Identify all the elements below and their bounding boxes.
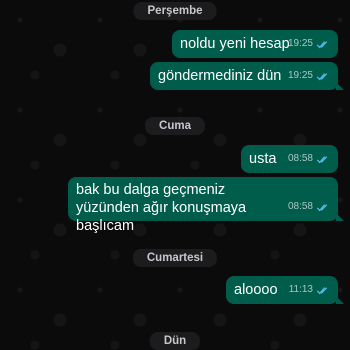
message-bubble[interactable]: bak bu dalga geçmeniz yüzünden ağır konu… <box>68 177 344 234</box>
bubble-tail <box>336 82 344 90</box>
message-meta: 11:13 <box>289 281 330 299</box>
bubble-tail <box>336 213 344 221</box>
chat-view[interactable]: Perşembe noldu yeni hesap 19:25 gönderme… <box>0 0 350 350</box>
message-meta: 19:25 <box>288 67 330 85</box>
double-check-icon <box>316 155 328 163</box>
double-check-icon <box>316 40 328 48</box>
message-time: 19:25 <box>287 38 313 49</box>
message-bubble[interactable]: usta 08:58 <box>241 145 338 173</box>
day-separator-thursday: Perşembe <box>133 2 217 20</box>
day-separator-friday: Cuma <box>145 117 205 135</box>
message-bubble[interactable]: noldu yeni hesap 19:25 <box>172 30 338 58</box>
double-check-icon <box>316 286 328 294</box>
message-bubble[interactable]: göndermediniz dün 19:25 <box>150 62 344 90</box>
double-check-icon <box>316 72 328 80</box>
double-check-icon <box>316 203 328 211</box>
day-separator-saturday: Cumartesi <box>132 249 218 267</box>
day-separator-sunday: Dün <box>149 332 201 350</box>
message-time: 11:13 <box>288 284 313 295</box>
message-time: 08:58 <box>287 153 313 164</box>
message-meta: 08:58 <box>288 150 330 168</box>
message-bubble[interactable]: aloooo 11:13 <box>226 276 344 304</box>
bubble-tail <box>336 296 344 304</box>
message-meta: 19:25 <box>288 35 330 53</box>
message-time: 19:25 <box>287 70 313 81</box>
message-time: 08:58 <box>287 201 313 212</box>
message-meta: 08:58 <box>288 198 330 216</box>
